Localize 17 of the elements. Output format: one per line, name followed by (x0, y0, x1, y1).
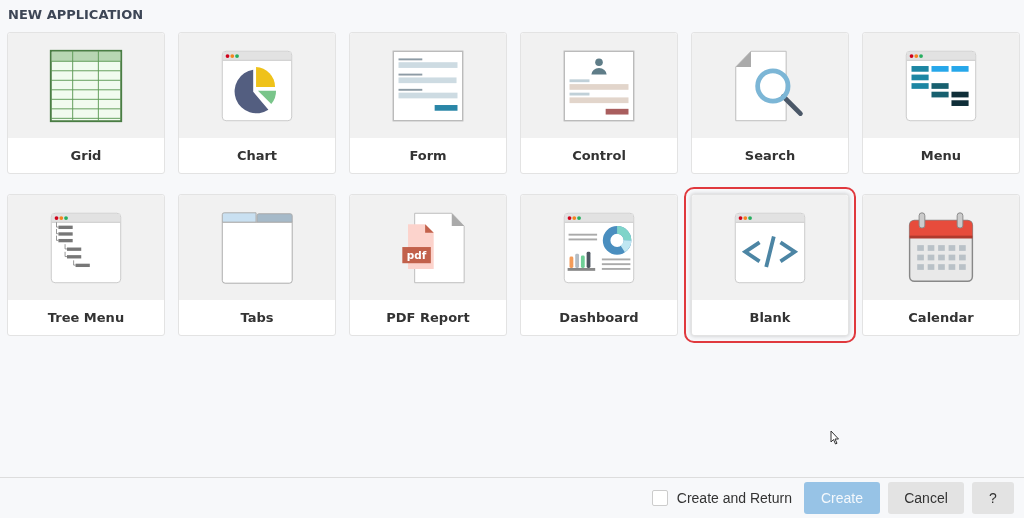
template-card[interactable]: pdf PDF Report (349, 194, 507, 336)
mouse-pointer-icon (830, 430, 840, 445)
help-button[interactable]: ? (972, 482, 1014, 514)
cancel-button[interactable]: Cancel (888, 482, 964, 514)
checkbox-label[interactable]: Create and Return (676, 490, 792, 506)
template-card[interactable]: Menu (862, 32, 1020, 174)
template-card[interactable]: Tree Menu (7, 194, 165, 336)
template-card[interactable]: Form (349, 32, 507, 174)
checkbox[interactable] (651, 490, 668, 506)
template-card[interactable]: Dashboard (520, 194, 678, 336)
template-card[interactable]: Chart (178, 32, 336, 174)
template-card[interactable]: Calendar (862, 194, 1020, 336)
template-card[interactable]: Tabs (178, 194, 336, 336)
page-title: NEW APPLICATION (8, 7, 145, 23)
template-card[interactable]: Grid (7, 32, 165, 174)
template-card[interactable]: Search (691, 32, 849, 174)
template-card[interactable]: Control (520, 32, 678, 174)
